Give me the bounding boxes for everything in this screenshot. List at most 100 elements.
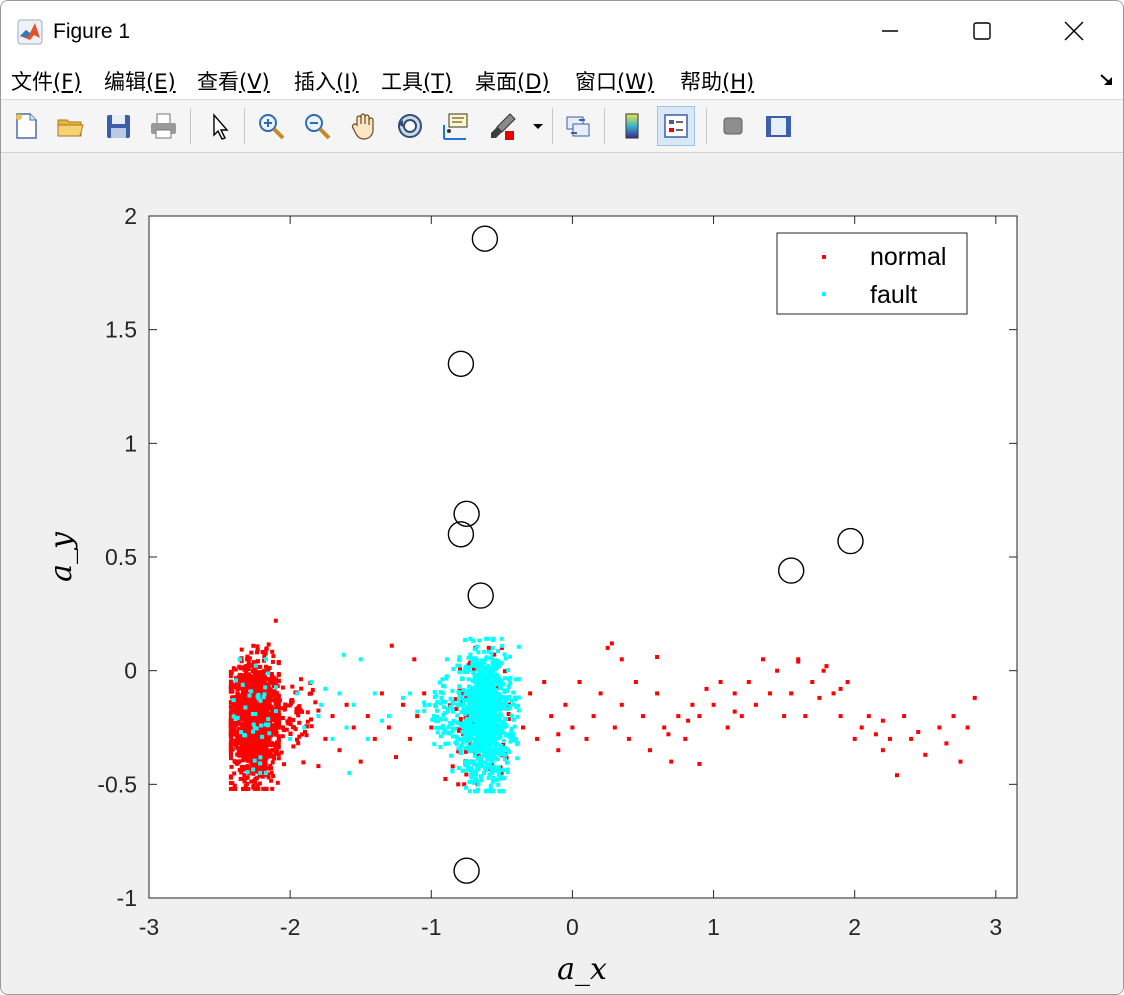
fault-point: [243, 733, 248, 738]
normal-point: [344, 702, 349, 707]
zoom-out-button[interactable]: [298, 106, 336, 146]
fault-point: [479, 724, 483, 729]
normal-point: [944, 741, 949, 746]
fault-point: [422, 709, 427, 713]
open-file-button[interactable]: [51, 106, 89, 146]
fault-point: [497, 752, 502, 757]
fault-point: [483, 712, 488, 717]
x-tick-label: -1: [421, 914, 441, 940]
fault-point: [448, 704, 453, 709]
brush-dropdown-button[interactable]: [528, 106, 548, 146]
fault-point: [443, 700, 448, 705]
fault-point: [415, 709, 420, 714]
normal-point: [556, 748, 561, 753]
normal-point: [577, 680, 582, 684]
menu-edit[interactable]: 编辑(E): [104, 66, 176, 96]
fault-point: [427, 702, 432, 707]
menu-insert[interactable]: 插入(I): [294, 66, 359, 96]
fault-point: [489, 789, 494, 794]
fault-point: [457, 690, 462, 695]
maximize-button[interactable]: [936, 1, 1028, 61]
normal-point: [666, 732, 671, 737]
normal-point: [255, 659, 260, 664]
normal-point: [258, 683, 263, 688]
normal-point: [285, 719, 290, 724]
fault-point: [477, 638, 482, 643]
hide-plot-tools-button[interactable]: [714, 106, 752, 146]
normal-point: [250, 742, 255, 747]
fault-point: [253, 663, 258, 668]
normal-point: [824, 664, 829, 669]
fault-point: [506, 685, 511, 689]
minimize-button[interactable]: [844, 1, 936, 61]
dock-arrow-icon[interactable]: [1098, 71, 1116, 89]
normal-point: [880, 718, 885, 723]
normal-point: [831, 691, 836, 696]
rotate-3d-button[interactable]: [391, 106, 429, 146]
normal-point: [236, 707, 241, 712]
print-button[interactable]: [144, 106, 182, 146]
fault-point: [457, 684, 462, 689]
save-button[interactable]: [99, 106, 137, 146]
normal-point: [265, 713, 270, 718]
menu-window[interactable]: 窗口(W): [575, 66, 654, 96]
fault-point: [490, 646, 495, 651]
scatter-chart[interactable]: -3 -2 -1 0 1 2 3 -1 -0.5 0 0.5 1 1.5 2 a_x a_y norma…: [1, 153, 1123, 994]
menu-help[interactable]: 帮助(H): [680, 66, 754, 96]
fault-point: [467, 748, 472, 753]
normal-point: [277, 721, 282, 725]
normal-point: [859, 725, 864, 730]
colorbar-button[interactable]: [613, 106, 651, 146]
fault-point: [442, 727, 447, 732]
fault-point: [438, 745, 443, 749]
normal-point: [264, 646, 269, 651]
normal-point: [276, 693, 281, 698]
fault-point: [484, 704, 489, 709]
menu-tools[interactable]: 工具(T): [381, 66, 452, 96]
normal-point: [242, 779, 247, 784]
title-bar[interactable]: Figure 1: [1, 1, 1123, 61]
fault-point: [450, 709, 455, 714]
normal-point: [686, 718, 691, 723]
normal-point: [909, 736, 914, 741]
fault-point: [234, 678, 239, 683]
normal-point: [228, 719, 233, 723]
normal-point: [323, 736, 328, 741]
normal-point: [415, 714, 420, 719]
menu-view[interactable]: 查看(V): [197, 66, 270, 96]
brush-button[interactable]: [484, 106, 522, 146]
normal-point: [228, 781, 233, 785]
fault-point: [467, 737, 472, 742]
fault-point: [458, 751, 463, 755]
show-plot-tools-button[interactable]: [759, 106, 797, 146]
normal-point: [456, 782, 461, 787]
zoom-out-icon: [305, 114, 331, 140]
link-plot-button[interactable]: [559, 106, 597, 146]
legend[interactable]: normal fault: [776, 232, 968, 315]
normal-point: [817, 695, 822, 700]
fault-point: [401, 695, 405, 700]
close-button[interactable]: [1028, 1, 1120, 61]
normal-point: [253, 777, 258, 781]
fault-point: [481, 706, 486, 711]
normal-point: [255, 650, 259, 655]
rotate-3d-icon: [398, 114, 422, 138]
legend-button[interactable]: [657, 106, 695, 146]
fault-point: [454, 741, 459, 746]
plot-area[interactable]: [149, 216, 1017, 898]
y-tick-label: -1: [117, 885, 137, 911]
new-figure-button[interactable]: [7, 106, 45, 146]
fault-point: [502, 776, 507, 781]
menu-desktop[interactable]: 桌面(D): [475, 66, 550, 96]
zoom-in-button[interactable]: [252, 106, 290, 146]
normal-point: [394, 755, 398, 760]
fault-point: [386, 714, 391, 719]
normal-point: [288, 731, 293, 736]
menu-file[interactable]: 文件(F): [11, 66, 81, 96]
select-pointer-button[interactable]: [200, 106, 238, 146]
data-cursor-button[interactable]: [436, 106, 474, 146]
normal-point: [725, 725, 730, 730]
pan-button[interactable]: [345, 106, 383, 146]
normal-point: [739, 714, 744, 719]
normal-point: [261, 709, 266, 714]
